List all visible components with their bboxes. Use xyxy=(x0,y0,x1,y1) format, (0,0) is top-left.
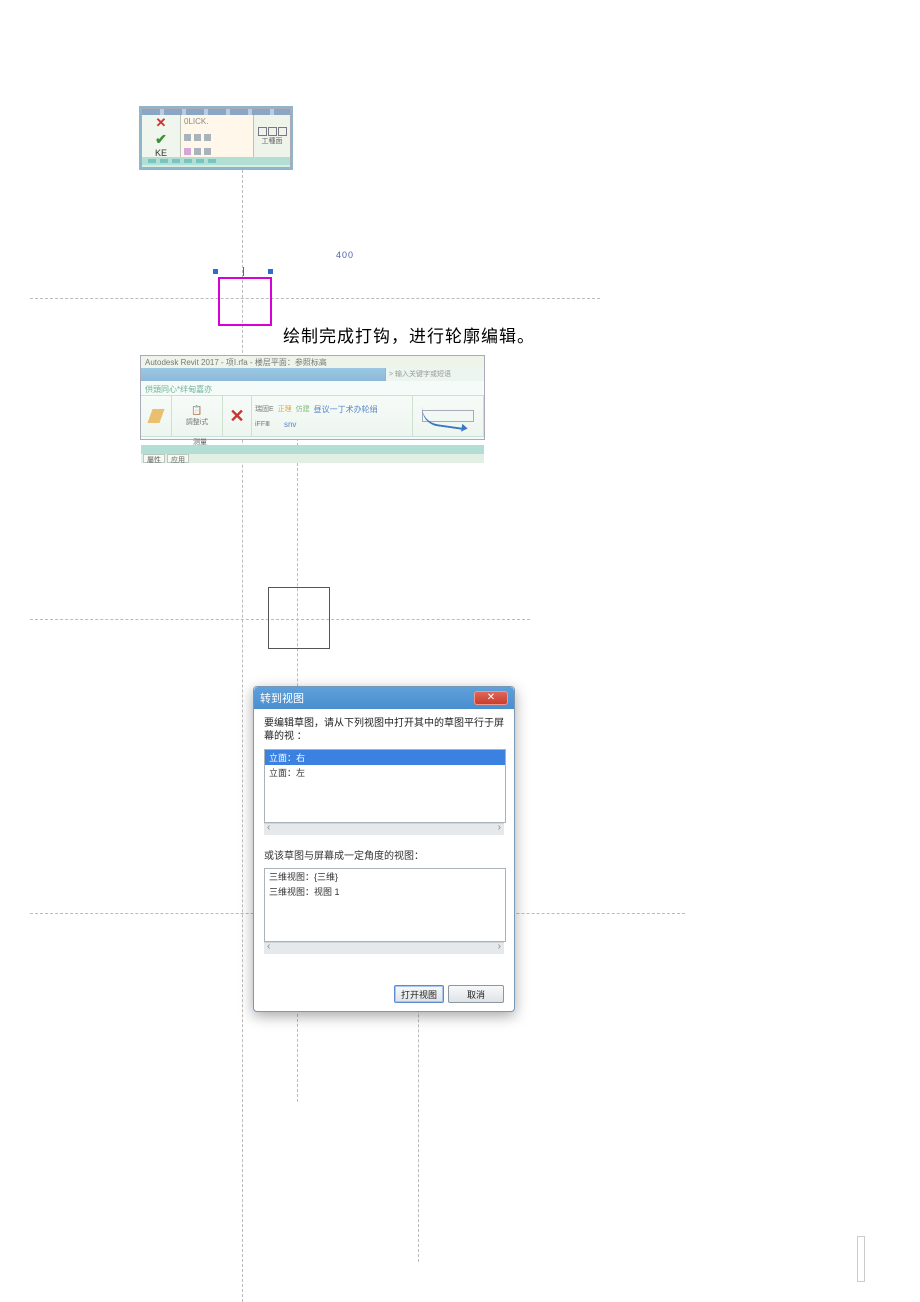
ribbon-large-screenshot: Autodesk Revit 2017 - 项I.rfa - 楼层平面：参照标高… xyxy=(140,355,485,440)
tab-properties: 屬性 xyxy=(143,454,165,463)
tool-icon xyxy=(184,148,191,155)
cancel-icon: ✕ xyxy=(156,115,167,131)
dimension-value: 400 xyxy=(336,250,354,260)
list-item[interactable]: 立面：左 xyxy=(265,765,505,780)
ribbon-small-screenshot: ✕ ✔ KE 0LICK. xyxy=(141,108,291,168)
panel-chip: 瑞固E xyxy=(255,404,274,415)
panel-chip: 昼议一丁术办轮绢 xyxy=(314,404,378,415)
list-item[interactable]: 三维视图：{三维} xyxy=(265,869,505,884)
app-title: Autodesk Revit 2017 - 项I.rfa - 楼层平面：参照标高 xyxy=(145,357,327,368)
tool-icon xyxy=(194,134,201,141)
horizontal-scrollbar[interactable] xyxy=(264,823,504,835)
finish-check-icon: ✔ xyxy=(155,131,167,148)
panel-footer-label: 测量 xyxy=(193,439,207,446)
list-item[interactable]: 三维视图：视图 1 xyxy=(265,884,505,899)
tool-icon xyxy=(194,148,201,155)
dialog-msg-2: 幕的视 ： xyxy=(264,731,307,742)
tab-apply: 应用 xyxy=(167,454,189,463)
misc-box xyxy=(857,1236,865,1282)
tool-icon xyxy=(184,134,191,141)
parallel-views-list[interactable]: 立面：右 立面：左 xyxy=(264,749,506,823)
caption-text: 绘制完成打钩，进行轮廓编辑。 xyxy=(283,322,535,347)
cancel-icon: ✕ xyxy=(229,406,244,427)
goto-view-dialog: 转到视图 ✕ 要编辑草图，请从下列视图中打开其中的草图平行于屏 幕的视 ： 立面… xyxy=(253,686,515,1012)
mode-label: KE xyxy=(155,148,167,158)
tool-icon xyxy=(204,134,211,141)
workplane-icon xyxy=(278,127,287,136)
angled-views-list[interactable]: 三维视图：{三维} 三维视图：视图 1 xyxy=(264,868,506,942)
modify-icon xyxy=(147,409,164,423)
panel-label: snv xyxy=(284,420,296,429)
dialog-label-2: 或该草图与屏幕成一定角度的视图： xyxy=(264,847,504,862)
profile-outline xyxy=(268,587,330,649)
search-placeholder: > 输入关键字或短语 xyxy=(385,368,484,381)
dialog-msg-1: 要编辑草图，请从下列视图中打开其中的草图平行于屏 xyxy=(264,718,504,729)
panel-label: 調整i式 xyxy=(186,417,209,427)
workplane-icon xyxy=(268,127,277,136)
paste-icon: 📋 xyxy=(191,405,202,416)
cancel-button[interactable]: 取消 xyxy=(448,985,504,1003)
panel-chip: 正理 xyxy=(278,404,292,415)
horizontal-scrollbar[interactable] xyxy=(264,942,504,954)
lock-label: 0LICK. xyxy=(184,117,208,126)
open-view-button[interactable]: 打开视图 xyxy=(394,985,444,1003)
close-button[interactable]: ✕ xyxy=(474,691,508,705)
sketch-outline xyxy=(218,277,272,326)
list-item[interactable]: 立面：右 xyxy=(265,750,505,765)
accent-text: 供頭同心*绊甸嘉亦 xyxy=(145,385,212,394)
workplane-icon xyxy=(258,127,267,136)
dialog-title: 转到视图 xyxy=(260,690,304,706)
panel-label: iFFⅢ xyxy=(255,420,270,429)
tool-icon xyxy=(204,148,211,155)
panel-chip: 仿建 xyxy=(296,404,310,415)
workplane-label: 工種面 xyxy=(262,136,283,146)
